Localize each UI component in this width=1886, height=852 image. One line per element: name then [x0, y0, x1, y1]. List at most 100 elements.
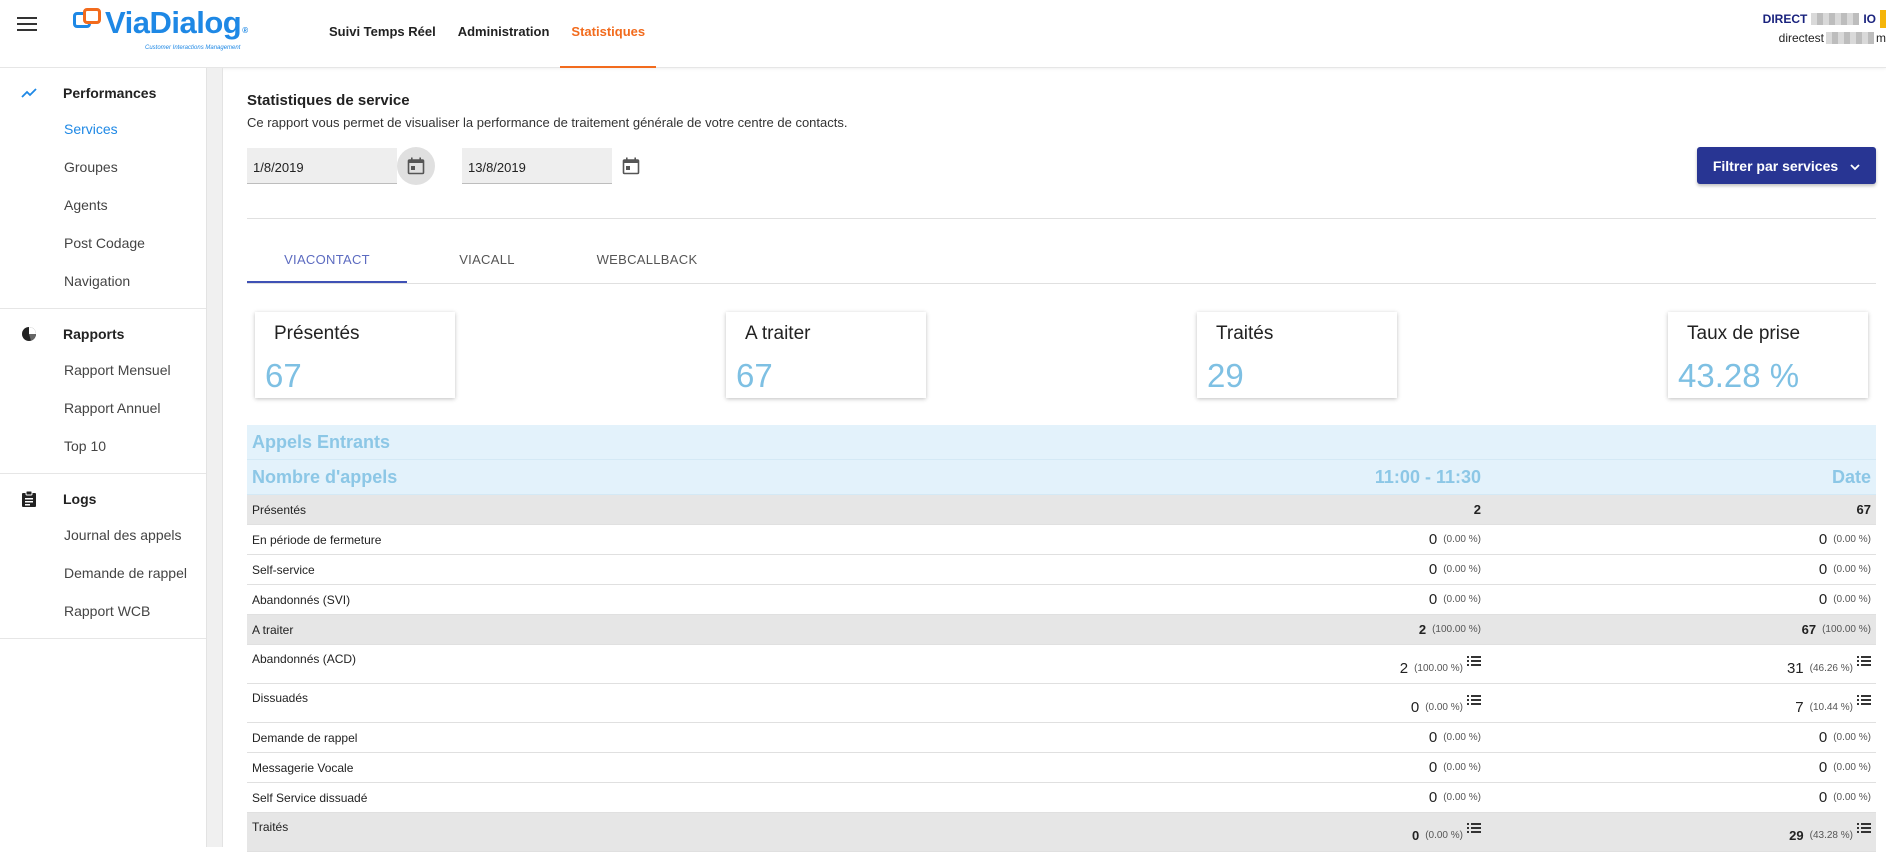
date-cell: 67 [1481, 502, 1871, 517]
user-account-name-suffix: IO [1863, 12, 1876, 26]
table-row: Messagerie Vocale 0 (0.00 %) 0 (0.00 %) [247, 753, 1876, 783]
sidebar-header-rapports[interactable]: Rapports [0, 317, 206, 351]
table-header: Nombre d'appels 11:00 - 11:30 Date [247, 460, 1876, 495]
slot-value: 0 [1411, 828, 1420, 843]
sidebar-item-agents[interactable]: Agents [0, 186, 206, 224]
logo-registered: ® [242, 26, 248, 35]
sidebar-item-top-10[interactable]: Top 10 [0, 427, 206, 465]
slot-percent: (100.00 %) [1414, 663, 1463, 674]
chat-bubbles-icon [73, 8, 103, 38]
slot-value: 0 [1428, 531, 1438, 548]
tab-viacall[interactable]: VIACALL [407, 240, 567, 283]
date-percent: (0.00 %) [1833, 564, 1871, 575]
sidebar-item-navigation[interactable]: Navigation [0, 262, 206, 300]
column-header-date: Date [1831, 466, 1871, 487]
slot-percent: (100.00 %) [1432, 624, 1481, 635]
hamburger-menu-icon[interactable] [17, 17, 37, 33]
trending-icon [19, 87, 39, 99]
calendar-icon[interactable] [397, 147, 435, 185]
date-cell: 0 (0.00 %) [1481, 729, 1871, 746]
table-row: Demande de rappel 0 (0.00 %) 0 (0.00 %) [247, 723, 1876, 753]
sidebar-item-rapport-wcb[interactable]: Rapport WCB [0, 592, 206, 630]
user-account-login-suffix: m [1876, 31, 1886, 45]
clipboard-icon [19, 491, 39, 507]
slot-percent: (0.00 %) [1443, 732, 1481, 743]
list-details-icon[interactable] [1857, 695, 1871, 706]
slot-percent: (0.00 %) [1443, 594, 1481, 605]
date-cell: 0 (0.00 %) [1481, 759, 1871, 776]
date-percent: (43.28 %) [1809, 830, 1853, 841]
nav-suivi-temps-reel[interactable]: Suivi Temps Réel [318, 0, 447, 68]
kpi-label: A traiter [745, 323, 811, 344]
date-value: 0 [1818, 531, 1828, 548]
sidebar-item-groupes[interactable]: Groupes [0, 148, 206, 186]
slot-cell: 0 (0.00 %) [1091, 591, 1481, 608]
kpi-label: Traités [1216, 323, 1274, 344]
kpi-value: 67 [265, 357, 302, 394]
row-label: A traiter [252, 622, 294, 637]
sidebar-scroll-rail[interactable] [207, 68, 223, 847]
filter-button-label: Filtrer par services [1712, 157, 1839, 174]
sidebar-item-rapport-mensuel[interactable]: Rapport Mensuel [0, 351, 206, 389]
slot-cell: 0 (0.00 %) [1091, 759, 1481, 776]
date-cell: 0 (0.00 %) [1481, 789, 1871, 806]
sidebar-item-journal-des-appels[interactable]: Journal des appels [0, 516, 206, 554]
sidebar-item-rapport-annuel[interactable]: Rapport Annuel [0, 389, 206, 427]
tab-webcallback[interactable]: WEBCALLBACK [567, 240, 727, 283]
date-from-field[interactable]: 1/8/2019 [247, 148, 397, 184]
nav-statistiques[interactable]: Statistiques [560, 0, 657, 68]
page-description: Ce rapport vous permet de visualiser la … [247, 115, 848, 130]
table-row: Dissuadés 0 (0.00 %) 7 (10.44 %) [247, 684, 1876, 723]
date-cell: 7 (10.44 %) [1481, 695, 1871, 716]
nav-administration[interactable]: Administration [447, 0, 561, 68]
list-details-icon[interactable] [1857, 656, 1871, 667]
tab-viacontact[interactable]: VIACONTACT [247, 240, 407, 283]
calendar-icon[interactable] [612, 147, 650, 185]
kpi-value: 29 [1207, 357, 1244, 394]
sidebar-header-logs[interactable]: Logs [0, 482, 206, 516]
filter-by-services-button[interactable]: Filtrer par services [1697, 147, 1876, 184]
logo-text-via: Via [105, 5, 150, 40]
sidebar-header-label: Rapports [63, 326, 125, 342]
date-cell: 67 (100.00 %) [1481, 622, 1871, 637]
slot-percent: (0.00 %) [1443, 564, 1481, 575]
section-title-band: Appels Entrants [247, 425, 1876, 460]
date-cell: 0 (0.00 %) [1481, 561, 1871, 578]
list-details-icon[interactable] [1467, 823, 1481, 834]
kpi-card-taux-de-prise: Taux de prise 43.28 % [1668, 312, 1868, 398]
column-header-slot: 11:00 - 11:30 [1374, 466, 1481, 487]
sidebar-item-post-codage[interactable]: Post Codage [0, 224, 206, 262]
viadialog-logo[interactable]: ViaDialog® Customer Interactions Managem… [73, 5, 248, 51]
sidebar-item-demande-de-rappel[interactable]: Demande de rappel [0, 554, 206, 592]
date-percent: (0.00 %) [1833, 534, 1871, 545]
list-details-icon[interactable] [1857, 823, 1871, 834]
date-percent: (0.00 %) [1833, 762, 1871, 773]
list-details-icon[interactable] [1467, 656, 1481, 667]
kpi-label: Taux de prise [1687, 323, 1801, 344]
row-label: Abandonnés (SVI) [252, 592, 351, 607]
table-row: Abandonnés (ACD) 2 (100.00 %) 31 (46.26 %) [247, 645, 1876, 684]
slot-value: 0 [1428, 759, 1438, 776]
slot-percent: (0.00 %) [1443, 762, 1481, 773]
date-value: 31 [1786, 660, 1804, 677]
sidebar-header-label: Logs [63, 491, 97, 507]
row-label: Dissuadés [252, 691, 309, 705]
user-account[interactable]: DIRECT IO directest m [1756, 10, 1886, 45]
table-row: Abandonnés (SVI) 0 (0.00 %) 0 (0.00 %) [247, 585, 1876, 615]
date-to-field[interactable]: 13/8/2019 [462, 148, 612, 184]
status-indicator [1880, 10, 1886, 28]
slot-cell: 2 [1091, 502, 1481, 517]
table-row: A traiter 2 (100.00 %) 67 (100.00 %) [247, 615, 1876, 645]
date-value: 7 [1795, 699, 1804, 716]
list-details-icon[interactable] [1467, 695, 1481, 706]
date-cell: 0 (0.00 %) [1481, 591, 1871, 608]
redacted-text [1826, 32, 1874, 44]
sidebar-item-services[interactable]: Services [0, 110, 206, 148]
slot-value: 0 [1410, 699, 1420, 716]
row-label: Demande de rappel [252, 730, 358, 745]
date-percent: (10.44 %) [1809, 702, 1853, 713]
date-percent: (0.00 %) [1833, 792, 1871, 803]
pie-chart-icon [19, 326, 39, 342]
sidebar-header-performances[interactable]: Performances [0, 76, 206, 110]
logo-text-dialog: Dialog [149, 5, 242, 40]
